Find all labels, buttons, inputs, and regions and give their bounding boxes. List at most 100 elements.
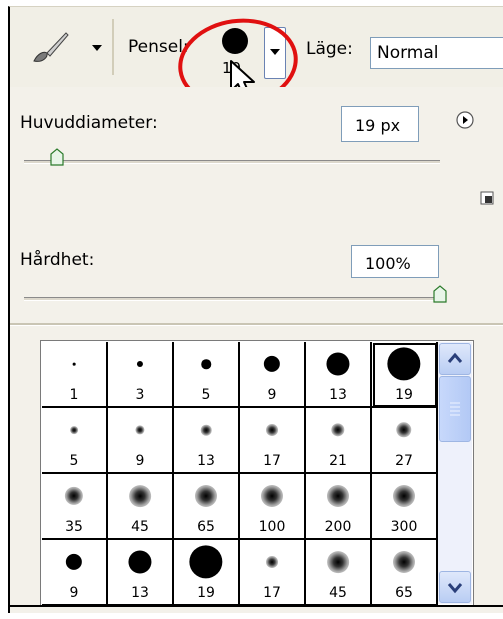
brush-size-label: 65 (197, 519, 215, 535)
brush-size-label: 100 (258, 519, 286, 535)
toolbar-separator (112, 19, 114, 75)
tool-preset-dropdown[interactable] (92, 45, 102, 51)
diameter-slider-thumb[interactable] (50, 148, 64, 166)
brush-preset-cell[interactable]: 300 (372, 474, 438, 540)
scroll-thumb[interactable] (439, 376, 471, 442)
brush-tip-icon (327, 485, 349, 507)
mode-select[interactable]: Normal (370, 37, 503, 69)
brush-tip-icon (189, 545, 223, 579)
brush-preset-cell[interactable]: 200 (306, 474, 372, 540)
brush-tip-icon (65, 553, 83, 571)
brush-settings-panel: Huvuddiameter: 19 px Hårdhet: 100% (10, 87, 503, 323)
hardness-field[interactable]: 100% (351, 245, 439, 278)
brush-size-label: 200 (324, 519, 352, 535)
preset-scrollbar[interactable] (438, 342, 472, 604)
brush-preset-cell[interactable]: 1 (42, 342, 108, 408)
brush-preset-cell[interactable]: 5 (42, 408, 108, 474)
diameter-value: 19 px (355, 116, 401, 135)
brush-preset-cell[interactable]: 9 (240, 342, 306, 408)
grip-icon (450, 402, 460, 416)
brush-tip-icon (263, 355, 281, 373)
brush-size-label: 3 (135, 387, 145, 403)
panel-menu-arrow-icon[interactable] (456, 111, 474, 129)
brush-preset-cell[interactable]: 9 (108, 408, 174, 474)
brush-tip-icon (393, 551, 415, 573)
brush-size-label: 9 (267, 387, 277, 403)
brush-preset-cell[interactable]: 100 (240, 474, 306, 540)
brush-tip-icon (326, 352, 350, 376)
brush-preset-cell[interactable]: 17 (240, 540, 306, 606)
brush-preset-cell[interactable]: 35 (42, 474, 108, 540)
brush-tip-icon (201, 359, 211, 369)
diameter-field[interactable]: 19 px (341, 106, 419, 142)
brush-preset-cell[interactable]: 21 (306, 408, 372, 474)
brush-tip-icon (393, 485, 415, 507)
new-preset-icon[interactable] (480, 191, 494, 205)
brush-size-label: 35 (65, 519, 83, 535)
brush-preset-cell[interactable]: 19 (372, 342, 438, 408)
brush-tip-icon (327, 551, 349, 573)
brush-tip-icon (396, 422, 412, 438)
brush-size-label: 27 (395, 453, 413, 469)
brush-preset-cell[interactable]: 45 (108, 474, 174, 540)
brush-size-label: 13 (329, 387, 347, 403)
chevron-up-icon (447, 352, 463, 363)
brush-options-window: Pensel: 19 Läge: Normal Huvuddiameter: 1… (8, 6, 503, 613)
chevron-down-icon (447, 583, 463, 594)
brush-size-label: 13 (131, 585, 149, 601)
bottom-border (8, 605, 503, 607)
brush-preset-cell[interactable]: 9 (42, 540, 108, 606)
brush-preset-cell[interactable]: 13 (108, 540, 174, 606)
brush-tip-icon (266, 424, 278, 436)
brush-tip-icon (331, 423, 345, 437)
diameter-slider-track[interactable] (24, 160, 440, 164)
brush-preset-list: 1 3 5 9 13 19 5 9 13 17 21 27 35 45 65 100 200 300 9 13 19 17… (40, 340, 474, 606)
hardness-label: Hårdhet: (20, 250, 95, 270)
hardness-slider-track[interactable] (24, 297, 440, 301)
brush-preset-cell[interactable]: 13 (174, 408, 240, 474)
brush-tip-icon (266, 556, 278, 568)
brush-size-label: 21 (329, 453, 347, 469)
brush-preset-cell[interactable]: 5 (174, 342, 240, 408)
brush-preset-grid: 1 3 5 9 13 19 5 9 13 17 21 27 35 45 65 100 200 300 9 13 19 17… (42, 342, 438, 606)
panel-divider (10, 323, 503, 326)
brush-size-label: 19 (197, 585, 215, 601)
brush-tip-icon (135, 425, 145, 435)
brush-tip-icon (129, 485, 151, 507)
brush-size-label: 5 (201, 387, 211, 403)
mode-value: Normal (377, 43, 439, 63)
brush-preset-cell[interactable]: 45 (306, 540, 372, 606)
brush-preset-cell[interactable]: 27 (372, 408, 438, 474)
brush-tip-icon (70, 426, 78, 434)
brush-preset-cell[interactable]: 65 (372, 540, 438, 606)
brush-preset-cell[interactable]: 13 (306, 342, 372, 408)
brush-preset-cell[interactable]: 3 (108, 342, 174, 408)
brush-icon[interactable] (30, 29, 70, 65)
diameter-label: Huvuddiameter: (20, 113, 158, 133)
brush-size-label: 65 (395, 585, 413, 601)
brush-tip-icon (64, 486, 84, 506)
hardness-slider-thumb[interactable] (433, 285, 447, 303)
brush-preset-cell[interactable]: 19 (174, 540, 240, 606)
brush-size-label: 1 (69, 387, 79, 403)
brush-tip-icon (200, 424, 212, 436)
brush-size-label: 300 (390, 519, 418, 535)
brush-tip-icon (72, 362, 76, 366)
brush-tip-icon (128, 550, 152, 574)
scroll-up-button[interactable] (439, 343, 471, 375)
brush-size-label: 13 (197, 453, 215, 469)
brush-preset-cell[interactable]: 17 (240, 408, 306, 474)
brush-size-label: 19 (395, 387, 413, 403)
brush-tip-icon (261, 485, 283, 507)
brush-tip-icon (195, 485, 217, 507)
brush-size-label: 9 (69, 585, 79, 601)
mode-label: Läge: (306, 39, 353, 59)
brush-size-label: 5 (69, 453, 79, 469)
brush-size-label: 45 (329, 585, 347, 601)
scroll-down-button[interactable] (439, 571, 471, 603)
brush-tip-icon (387, 347, 421, 381)
brush-size-label: 45 (131, 519, 149, 535)
brush-size-label: 9 (135, 453, 145, 469)
hardness-value: 100% (365, 254, 411, 273)
brush-preset-cell[interactable]: 65 (174, 474, 240, 540)
